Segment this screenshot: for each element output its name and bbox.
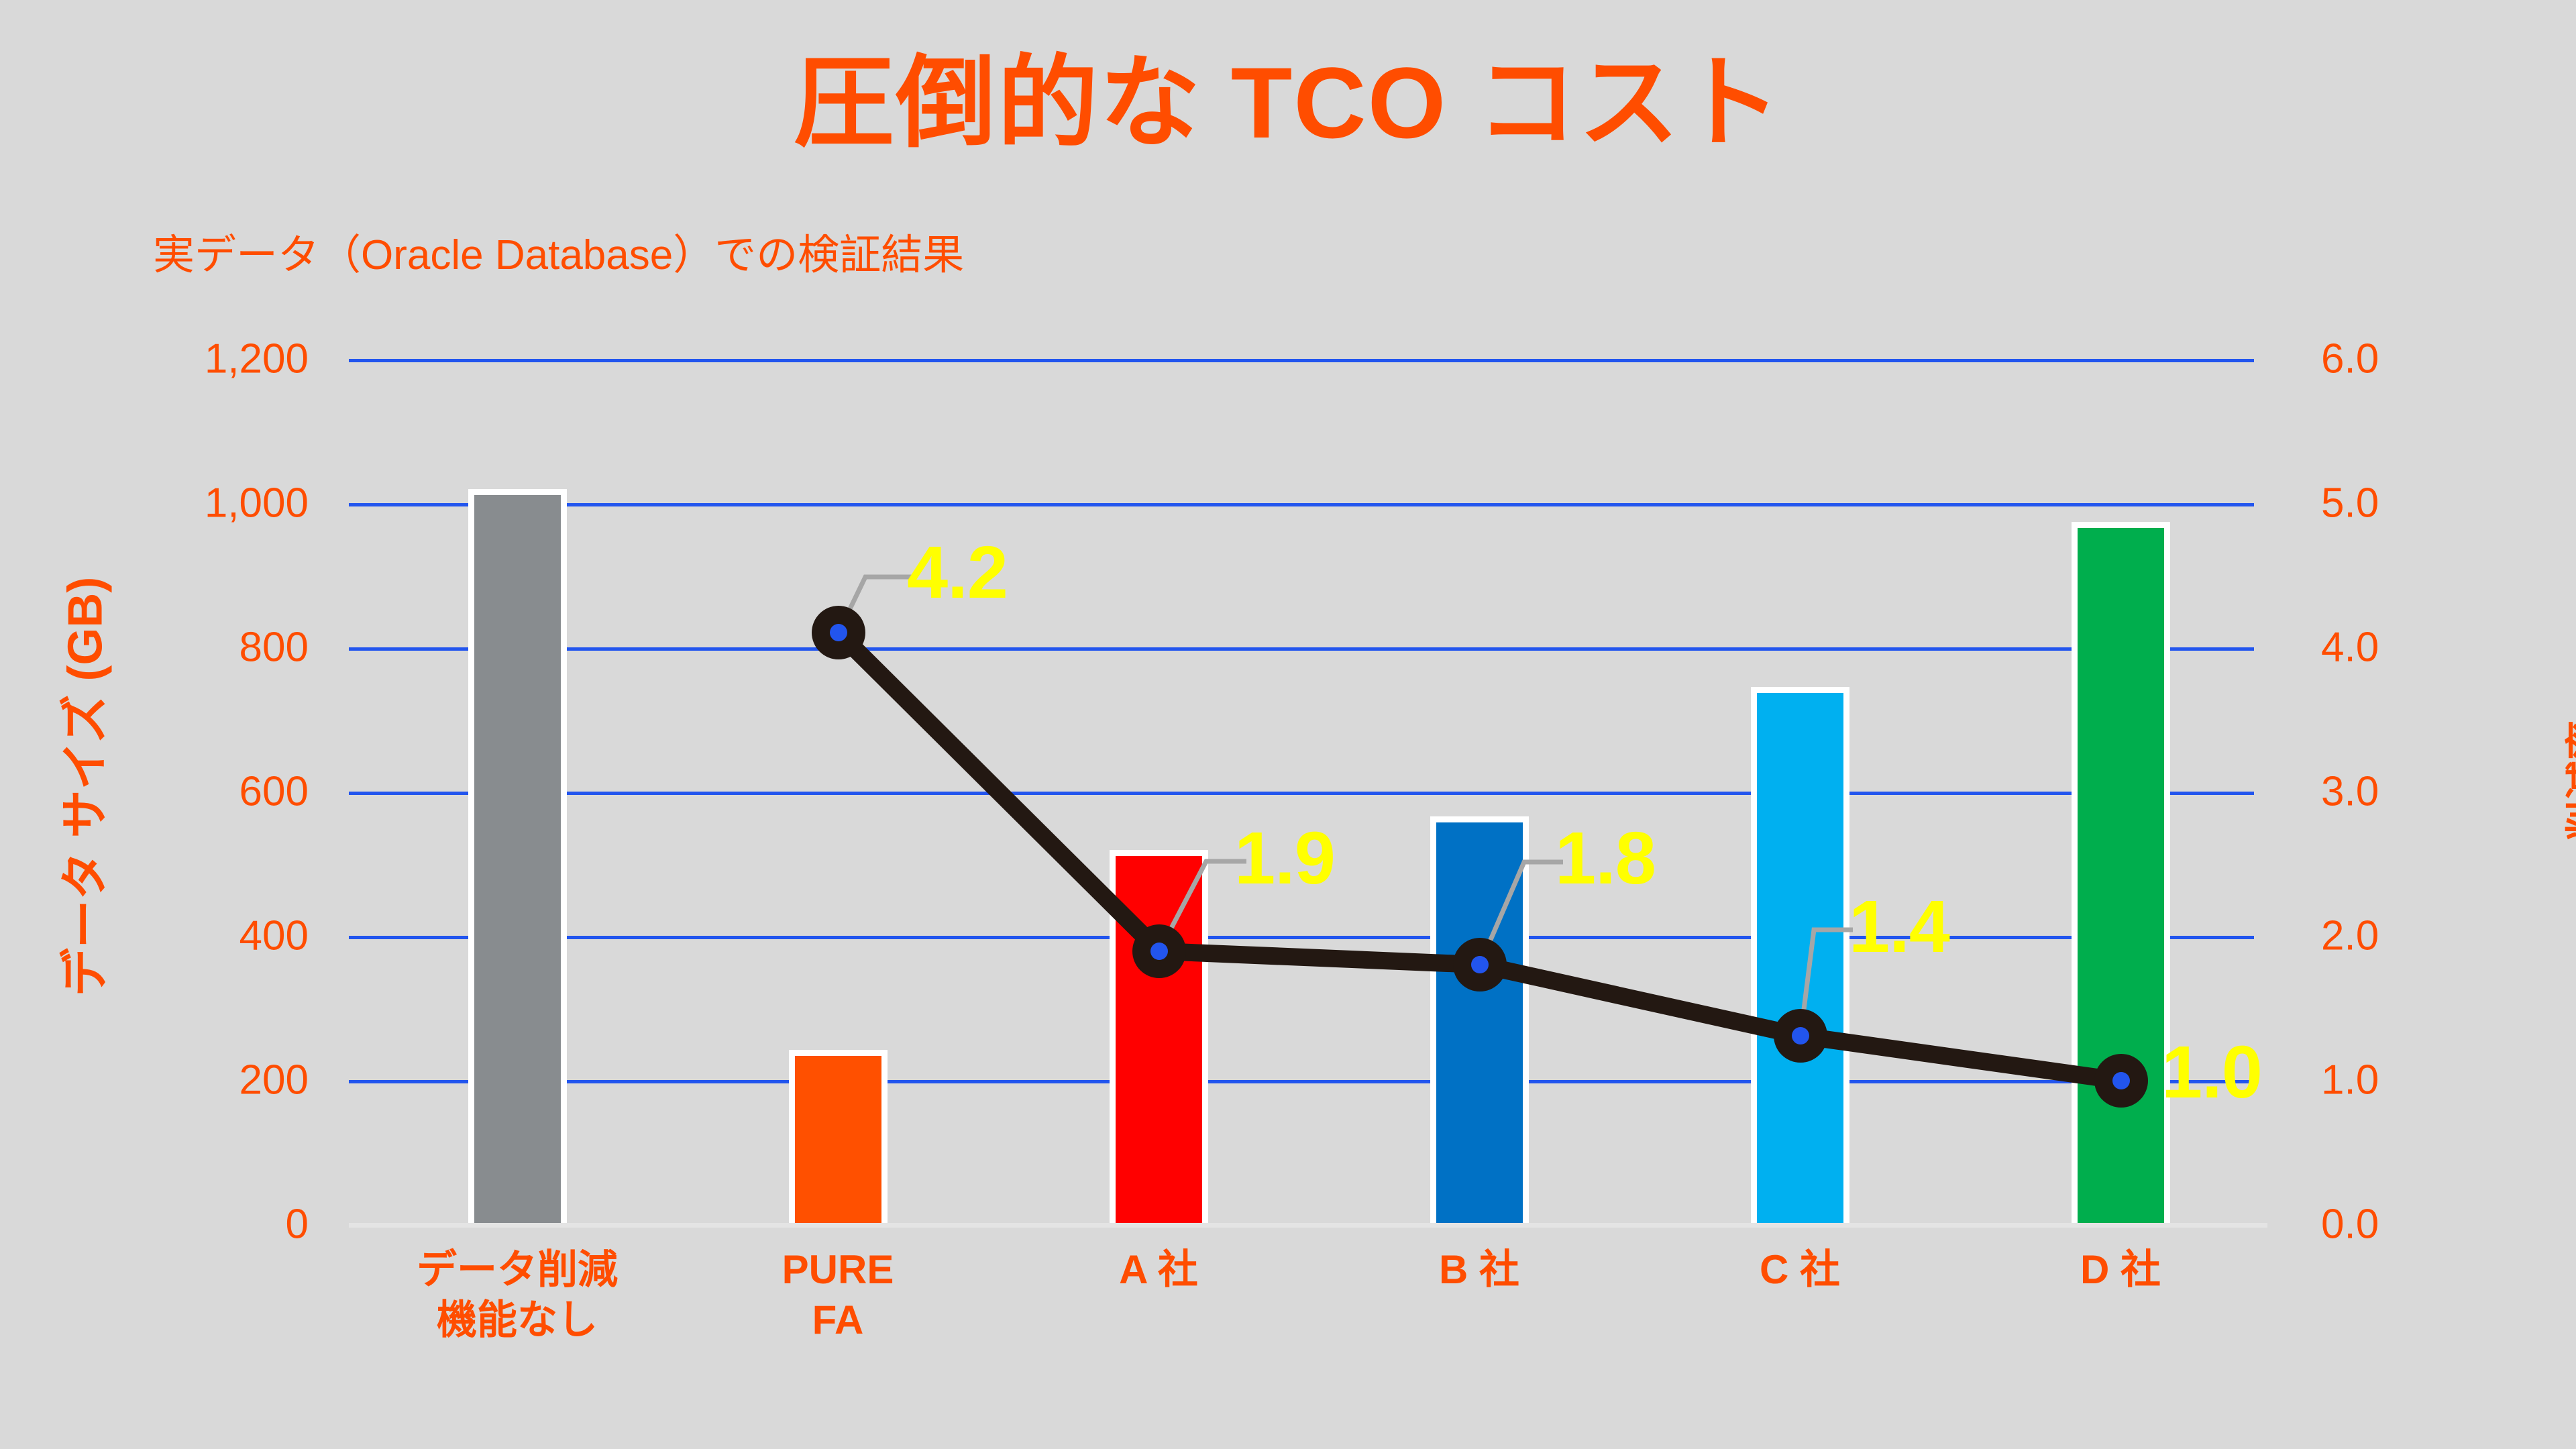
y-axis-right-tick: 0.0 [2321,1201,2379,1248]
gridline [349,792,2254,795]
gridline [349,503,2254,506]
x-axis-label-line1: PURE [782,1247,894,1292]
value-label-1-9: 1.9 [1234,817,1336,900]
gridline [349,936,2254,939]
x-axis-label-company-a: A 社 [1018,1244,1299,1295]
plot-area [349,359,2254,1224]
x-axis-label-company-b: B 社 [1338,1244,1620,1295]
gridline [349,359,2254,362]
value-label-1-8: 1.8 [1555,817,1656,900]
page-title: 圧倒的な TCO コスト [794,46,1782,159]
y-axis-right-tick: 2.0 [2321,912,2379,959]
gridline [349,1080,2254,1083]
value-label-4-2: 4.2 [907,531,1008,614]
bar-data-sakugen-nashi[interactable] [468,489,567,1224]
y-axis-right-title: 削減率 [2563,720,2576,841]
x-axis-label-pure-fa: PURE FA [697,1244,979,1345]
x-axis-label-data-sakugen-nashi: データ削減 機能なし [376,1244,658,1345]
y-axis-right-tick: 3.0 [2321,768,2379,815]
y-axis-right-tick: 4.0 [2321,624,2379,671]
bar-company-b[interactable] [1430,816,1529,1224]
axis-baseline [349,1223,2267,1228]
y-axis-right-tick: 6.0 [2321,335,2379,382]
y-axis-right-tick: 1.0 [2321,1057,2379,1104]
x-axis-label-line2: FA [812,1297,864,1342]
x-axis-label-company-c: C 社 [1659,1244,1941,1295]
value-label-1-0: 1.0 [2161,1031,2263,1114]
chart-subtitle: 実データ（Oracle Database）での検証結果 [153,232,965,278]
x-axis-label-company-d: D 社 [1980,1244,2261,1295]
bar-company-a[interactable] [1110,850,1208,1224]
x-axis-label-line1: A 社 [1119,1247,1198,1292]
y-axis-left-tick: 0 [285,1201,309,1248]
value-label-1-4: 1.4 [1849,885,1950,968]
bar-company-c[interactable] [1751,687,1849,1224]
x-axis-label-line1: D 社 [2080,1247,2161,1292]
y-axis-left-tick: 1,000 [204,480,309,527]
x-axis-label-line1: データ削減 [417,1247,618,1292]
bar-company-d[interactable] [2072,522,2170,1224]
x-axis-label-line1: B 社 [1439,1247,1519,1292]
y-axis-left-tick: 200 [239,1057,309,1104]
gridline [349,647,2254,651]
bar-pure-fa[interactable] [789,1050,888,1224]
x-axis-label-line1: C 社 [1760,1247,1840,1292]
y-axis-left-tick: 1,200 [204,335,309,382]
slide-canvas: 圧倒的な TCO コスト 実データ（Oracle Database）での検証結果… [0,0,2576,1449]
x-axis-label-line2: 機能なし [437,1297,598,1342]
y-axis-right-tick: 5.0 [2321,480,2379,527]
y-axis-left-title: データ サイズ (GB) [58,576,113,997]
